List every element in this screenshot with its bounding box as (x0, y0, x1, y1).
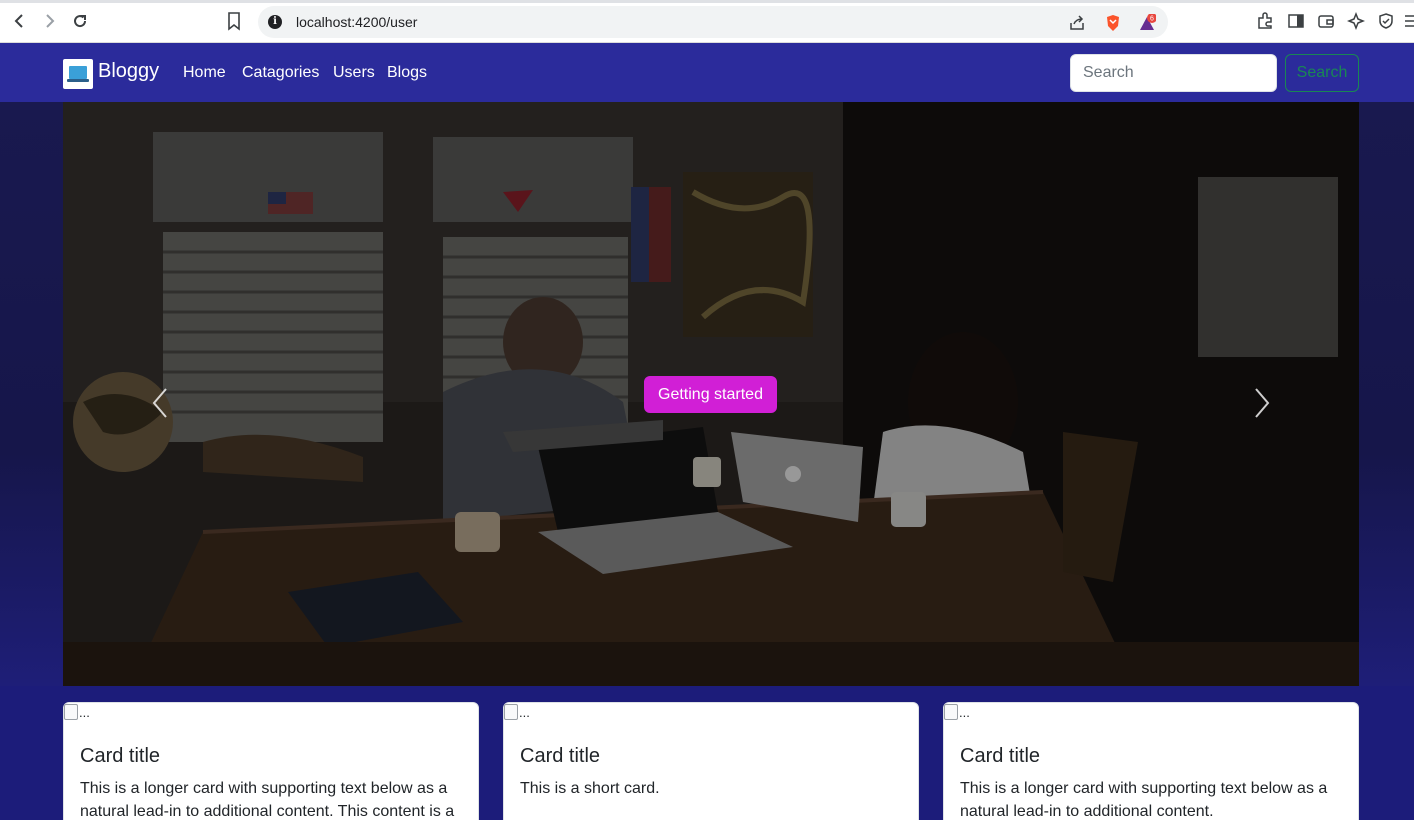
bookmark-icon[interactable] (224, 11, 244, 31)
carousel-next-icon[interactable] (1247, 385, 1277, 421)
broken-image-icon (944, 704, 958, 720)
nav-link-catagories[interactable]: Catagories (242, 64, 319, 82)
sidebar-icon[interactable] (1287, 12, 1305, 30)
card-image: ... (944, 704, 970, 720)
share-icon[interactable] (1068, 14, 1086, 32)
nav-link-blogs[interactable]: Blogs (387, 64, 427, 82)
brand-name[interactable]: Bloggy (98, 60, 159, 83)
card-text: This is a short card. (520, 780, 660, 797)
reload-icon[interactable] (69, 10, 91, 32)
card: ... Card title This is a short card. (503, 702, 919, 820)
broken-image-icon (504, 704, 518, 720)
brand-logo-icon[interactable] (63, 59, 93, 89)
site-navbar: Bloggy Home Catagories Users Blogs Searc… (0, 43, 1414, 102)
tab-strip (0, 0, 1414, 3)
extensions-icon[interactable] (1256, 12, 1274, 30)
hero-carousel: Getting started (63, 102, 1359, 686)
site-info-icon[interactable]: i (268, 15, 282, 29)
browser-toolbar: i localhost:4200/user 6 (0, 0, 1414, 43)
card-image-alt: ... (519, 704, 530, 720)
forward-icon[interactable] (38, 10, 60, 32)
card-title: Card title (520, 745, 601, 767)
leo-ai-icon[interactable] (1346, 11, 1366, 31)
getting-started-button[interactable]: Getting started (644, 376, 777, 413)
card: ... Card title This is a longer card wit… (943, 702, 1359, 820)
card-image: ... (64, 704, 90, 720)
card-image-alt: ... (959, 704, 970, 720)
card-text: This is a longer card with supporting te… (80, 780, 455, 820)
wallet-icon[interactable] (1317, 12, 1335, 30)
nav-link-users[interactable]: Users (333, 64, 375, 82)
menu-icon[interactable] (1404, 12, 1414, 30)
broken-image-icon (64, 704, 78, 720)
address-url[interactable]: localhost:4200/user (296, 14, 417, 30)
brave-shield-icon[interactable] (1104, 14, 1122, 32)
back-icon[interactable] (9, 10, 31, 32)
card-image-alt: ... (79, 704, 90, 720)
card: ... Card title This is a longer card wit… (63, 702, 479, 820)
nav-link-home[interactable]: Home (183, 64, 226, 82)
card-title: Card title (960, 745, 1041, 767)
vpn-icon[interactable] (1377, 12, 1395, 30)
svg-text:6: 6 (1150, 16, 1154, 23)
brave-rewards-icon[interactable]: 6 (1138, 13, 1157, 32)
card-image: ... (504, 704, 530, 720)
card-title: Card title (80, 745, 161, 767)
search-input[interactable] (1070, 54, 1277, 92)
card-text: This is a longer card with supporting te… (960, 780, 1328, 820)
address-bar[interactable]: i localhost:4200/user 6 (258, 6, 1168, 38)
search-button[interactable]: Search (1285, 54, 1359, 92)
carousel-prev-icon[interactable] (145, 385, 175, 421)
